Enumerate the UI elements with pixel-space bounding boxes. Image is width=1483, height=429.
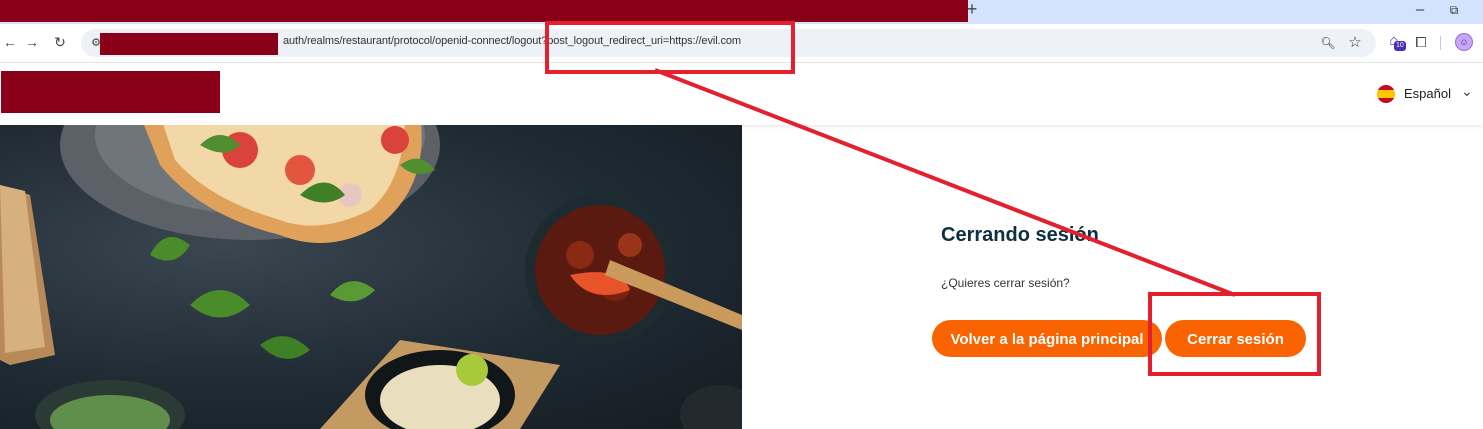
minimize-button[interactable]: – xyxy=(1410,1,1430,21)
redacted-logo xyxy=(1,71,220,113)
logout-question-text: ¿Quieres cerrar sesión? xyxy=(941,276,1070,290)
arrow-left-icon[interactable]: ← xyxy=(0,32,20,52)
extension-badge-count: 10 xyxy=(1394,41,1406,51)
reload-icon[interactable]: ↻ xyxy=(50,32,70,52)
annotation-url-highlight xyxy=(545,21,795,74)
puzzle-icon[interactable]: ⧠ xyxy=(1411,32,1431,52)
zoom-icon[interactable]: 🔍︎ xyxy=(1319,34,1337,52)
new-tab-button[interactable]: + xyxy=(962,0,982,20)
toolbar-divider xyxy=(1440,36,1441,50)
house-extension-icon[interactable]: ⌂ 10 xyxy=(1386,33,1406,51)
spain-flag-icon xyxy=(1377,85,1395,103)
page-title: Cerrando sesión xyxy=(941,224,1099,246)
star-icon[interactable]: ☆ xyxy=(1345,33,1365,53)
restore-button[interactable]: ⧉ xyxy=(1444,1,1464,21)
redacted-url-prefix xyxy=(100,33,278,55)
annotation-button-highlight xyxy=(1148,292,1321,376)
food-photo-illustration xyxy=(0,125,742,429)
language-label: Español xyxy=(1404,86,1451,101)
back-home-button[interactable]: Volver a la página principal xyxy=(932,320,1162,357)
arrow-right-icon[interactable]: → xyxy=(22,32,42,52)
hero-food-image xyxy=(0,125,742,429)
redacted-tab-area xyxy=(0,0,968,22)
avatar-icon[interactable]: ☺ xyxy=(1455,33,1473,51)
chevron-down-icon: ⌄ xyxy=(1461,83,1473,99)
